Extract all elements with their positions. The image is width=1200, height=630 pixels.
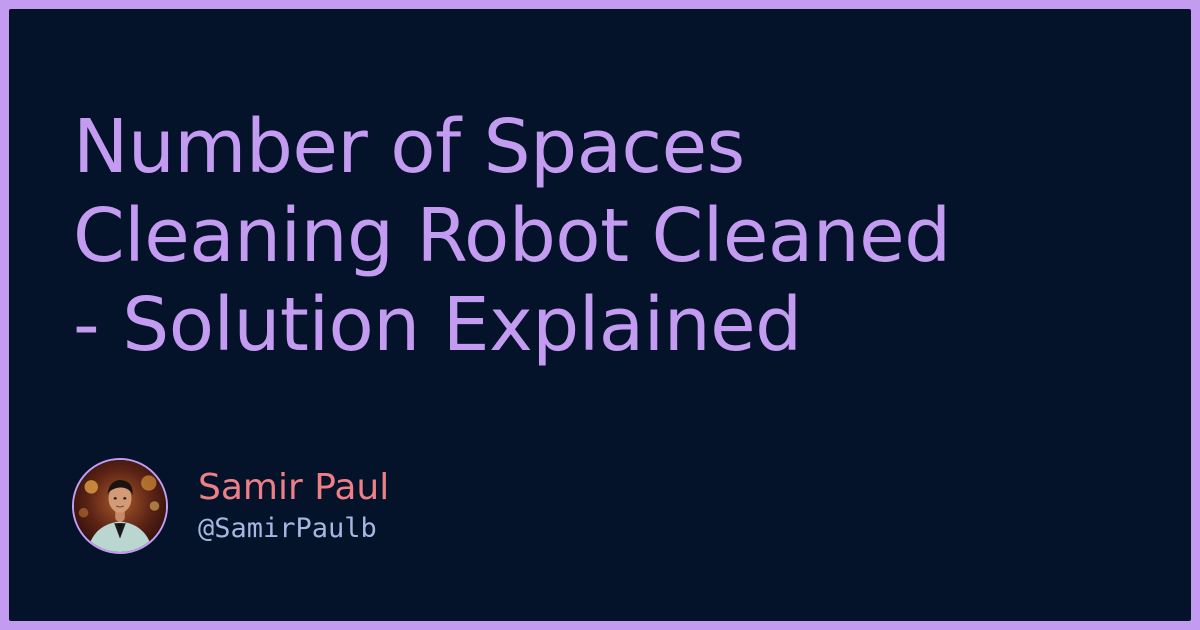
article-title: Number of Spaces Cleaning Robot Cleaned … [73, 103, 1153, 370]
avatar-portrait-image [74, 460, 166, 552]
author-block: Samir Paul @SamirPaulb [72, 458, 389, 554]
avatar [72, 458, 168, 554]
cover-card: Number of Spaces Cleaning Robot Cleaned … [9, 9, 1191, 621]
author-name: Samir Paul [198, 467, 390, 508]
title-line-3: - Solution Explained [73, 282, 802, 368]
author-text: Samir Paul @SamirPaulb [198, 466, 389, 546]
title-line-1: Number of Spaces [73, 104, 745, 190]
title-line-2: Cleaning Robot Cleaned [73, 193, 951, 279]
author-handle: @SamirPaulb [198, 513, 377, 544]
